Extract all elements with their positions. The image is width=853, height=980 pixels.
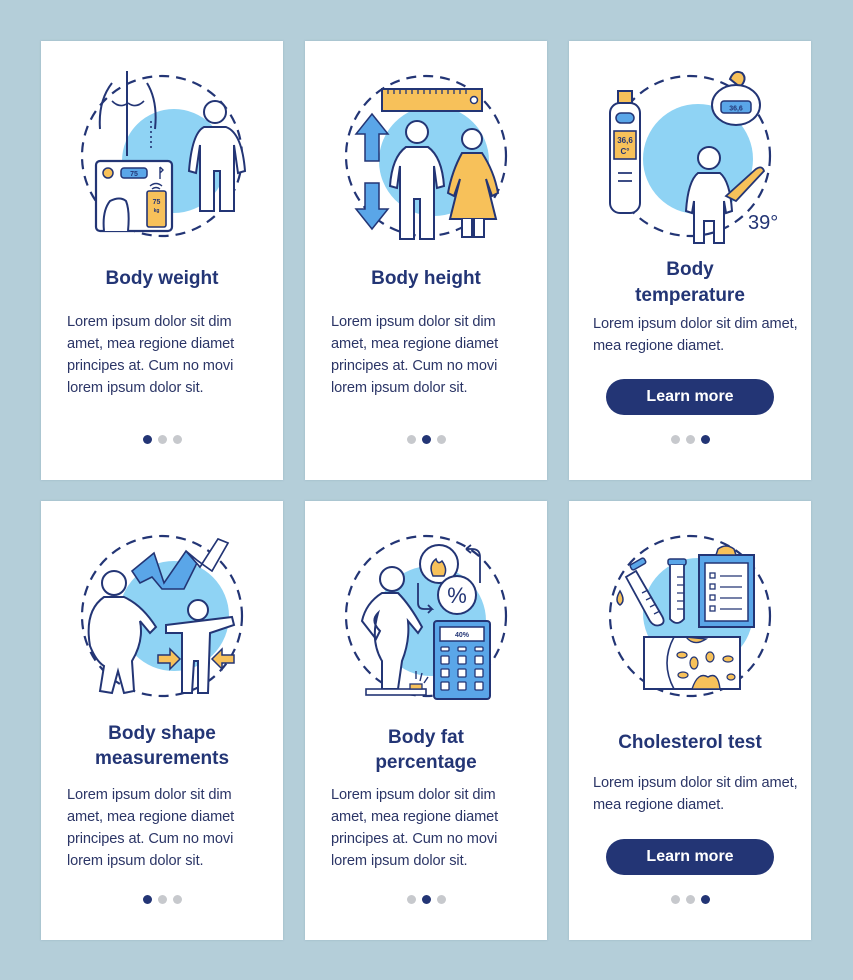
pagination-dot-2[interactable] <box>421 895 431 904</box>
pagination-dot-1[interactable] <box>406 895 416 904</box>
pagination-dots <box>41 895 283 905</box>
card-description: Lorem ipsum dolor sit dim amet, mea regi… <box>331 314 499 396</box>
pagination-dot-1[interactable] <box>670 435 680 444</box>
onboarding-card-body-shape: Body shape measurements Lorem ipsum dolo… <box>41 501 283 940</box>
svg-text:75: 75 <box>130 171 138 178</box>
svg-text:39°: 39° <box>748 212 778 234</box>
pagination-dots <box>305 895 547 905</box>
card-title: Cholesterol test <box>618 732 762 753</box>
svg-text:40%: 40% <box>455 632 470 639</box>
learn-more-button[interactable]: Learn more <box>606 839 774 875</box>
pagination-dot-2[interactable] <box>421 435 431 444</box>
pagination-dot-2[interactable] <box>685 435 695 444</box>
onboarding-card-body-fat: % 40% Body fat percentage Lorem ipsum do… <box>305 501 547 940</box>
card-description: Lorem ipsum dolor sit dim amet, mea regi… <box>67 787 235 869</box>
pagination-dot-3[interactable] <box>436 435 446 444</box>
pagination-dot-3[interactable] <box>436 895 446 904</box>
learn-more-button[interactable]: Learn more <box>606 379 774 415</box>
card-title-text: Body temperature <box>635 259 745 306</box>
card-title-text: Body shape measurements <box>94 723 230 769</box>
pagination-dot-2[interactable] <box>157 895 167 904</box>
measuring-tape-icon <box>62 521 262 711</box>
card-title-text: Body fat percentage <box>375 727 477 773</box>
onboarding-card-body-temperature: 36,6 C° 36,6 39° Body temperature Lorem … <box>569 41 811 480</box>
onboarding-card-body-weight: 75 75 kg Body weight Lorem ipsum dolor s… <box>41 41 283 480</box>
thermometer-icon: 36,6 C° 36,6 39° <box>590 61 790 251</box>
pagination-dot-2[interactable] <box>157 435 167 444</box>
pagination-dot-1[interactable] <box>406 435 416 444</box>
pagination-dot-2[interactable] <box>685 895 695 904</box>
onboarding-card-body-height: Body height Lorem ipsum dolor sit dim am… <box>305 41 547 480</box>
pagination-dot-1[interactable] <box>142 895 152 904</box>
pagination-dots <box>41 435 283 445</box>
card-description: Lorem ipsum dolor sit dim amet, mea regi… <box>331 787 499 869</box>
card-title: Body height <box>371 268 481 289</box>
onboarding-card-cholesterol-test: Cholesterol test Lorem ipsum dolor sit d… <box>569 501 811 940</box>
pagination-dots <box>569 895 811 905</box>
pagination-dots <box>305 435 547 445</box>
pagination-dot-1[interactable] <box>142 435 152 444</box>
card-title: Body fat percentage <box>305 725 547 775</box>
svg-text:C°: C° <box>621 147 630 156</box>
pagination-dot-3[interactable] <box>700 895 710 904</box>
test-tube-clipboard-icon <box>590 521 790 711</box>
pagination-dot-3[interactable] <box>172 435 182 444</box>
card-description: Lorem ipsum dolor sit dim amet, mea regi… <box>593 316 798 354</box>
svg-text:36,6: 36,6 <box>617 136 633 145</box>
pagination-dot-1[interactable] <box>670 895 680 904</box>
card-title: Body temperature <box>569 257 811 309</box>
body-weight-scale-icon: 75 75 kg <box>62 61 262 251</box>
svg-text:kg: kg <box>154 208 160 214</box>
pagination-dots <box>569 435 811 445</box>
calculator-percent-icon: % 40% <box>326 521 526 711</box>
svg-text:%: % <box>447 583 467 608</box>
card-description: Lorem ipsum dolor sit dim amet, mea regi… <box>593 775 798 813</box>
pagination-dot-3[interactable] <box>700 435 710 444</box>
svg-text:75: 75 <box>153 199 161 206</box>
body-height-ruler-icon <box>326 61 526 251</box>
card-title: Body weight <box>105 268 219 289</box>
card-description: Lorem ipsum dolor sit dim amet, mea regi… <box>67 314 235 396</box>
pagination-dot-3[interactable] <box>172 895 182 904</box>
svg-text:36,6: 36,6 <box>729 106 743 113</box>
card-title: Body shape measurements <box>41 721 283 771</box>
